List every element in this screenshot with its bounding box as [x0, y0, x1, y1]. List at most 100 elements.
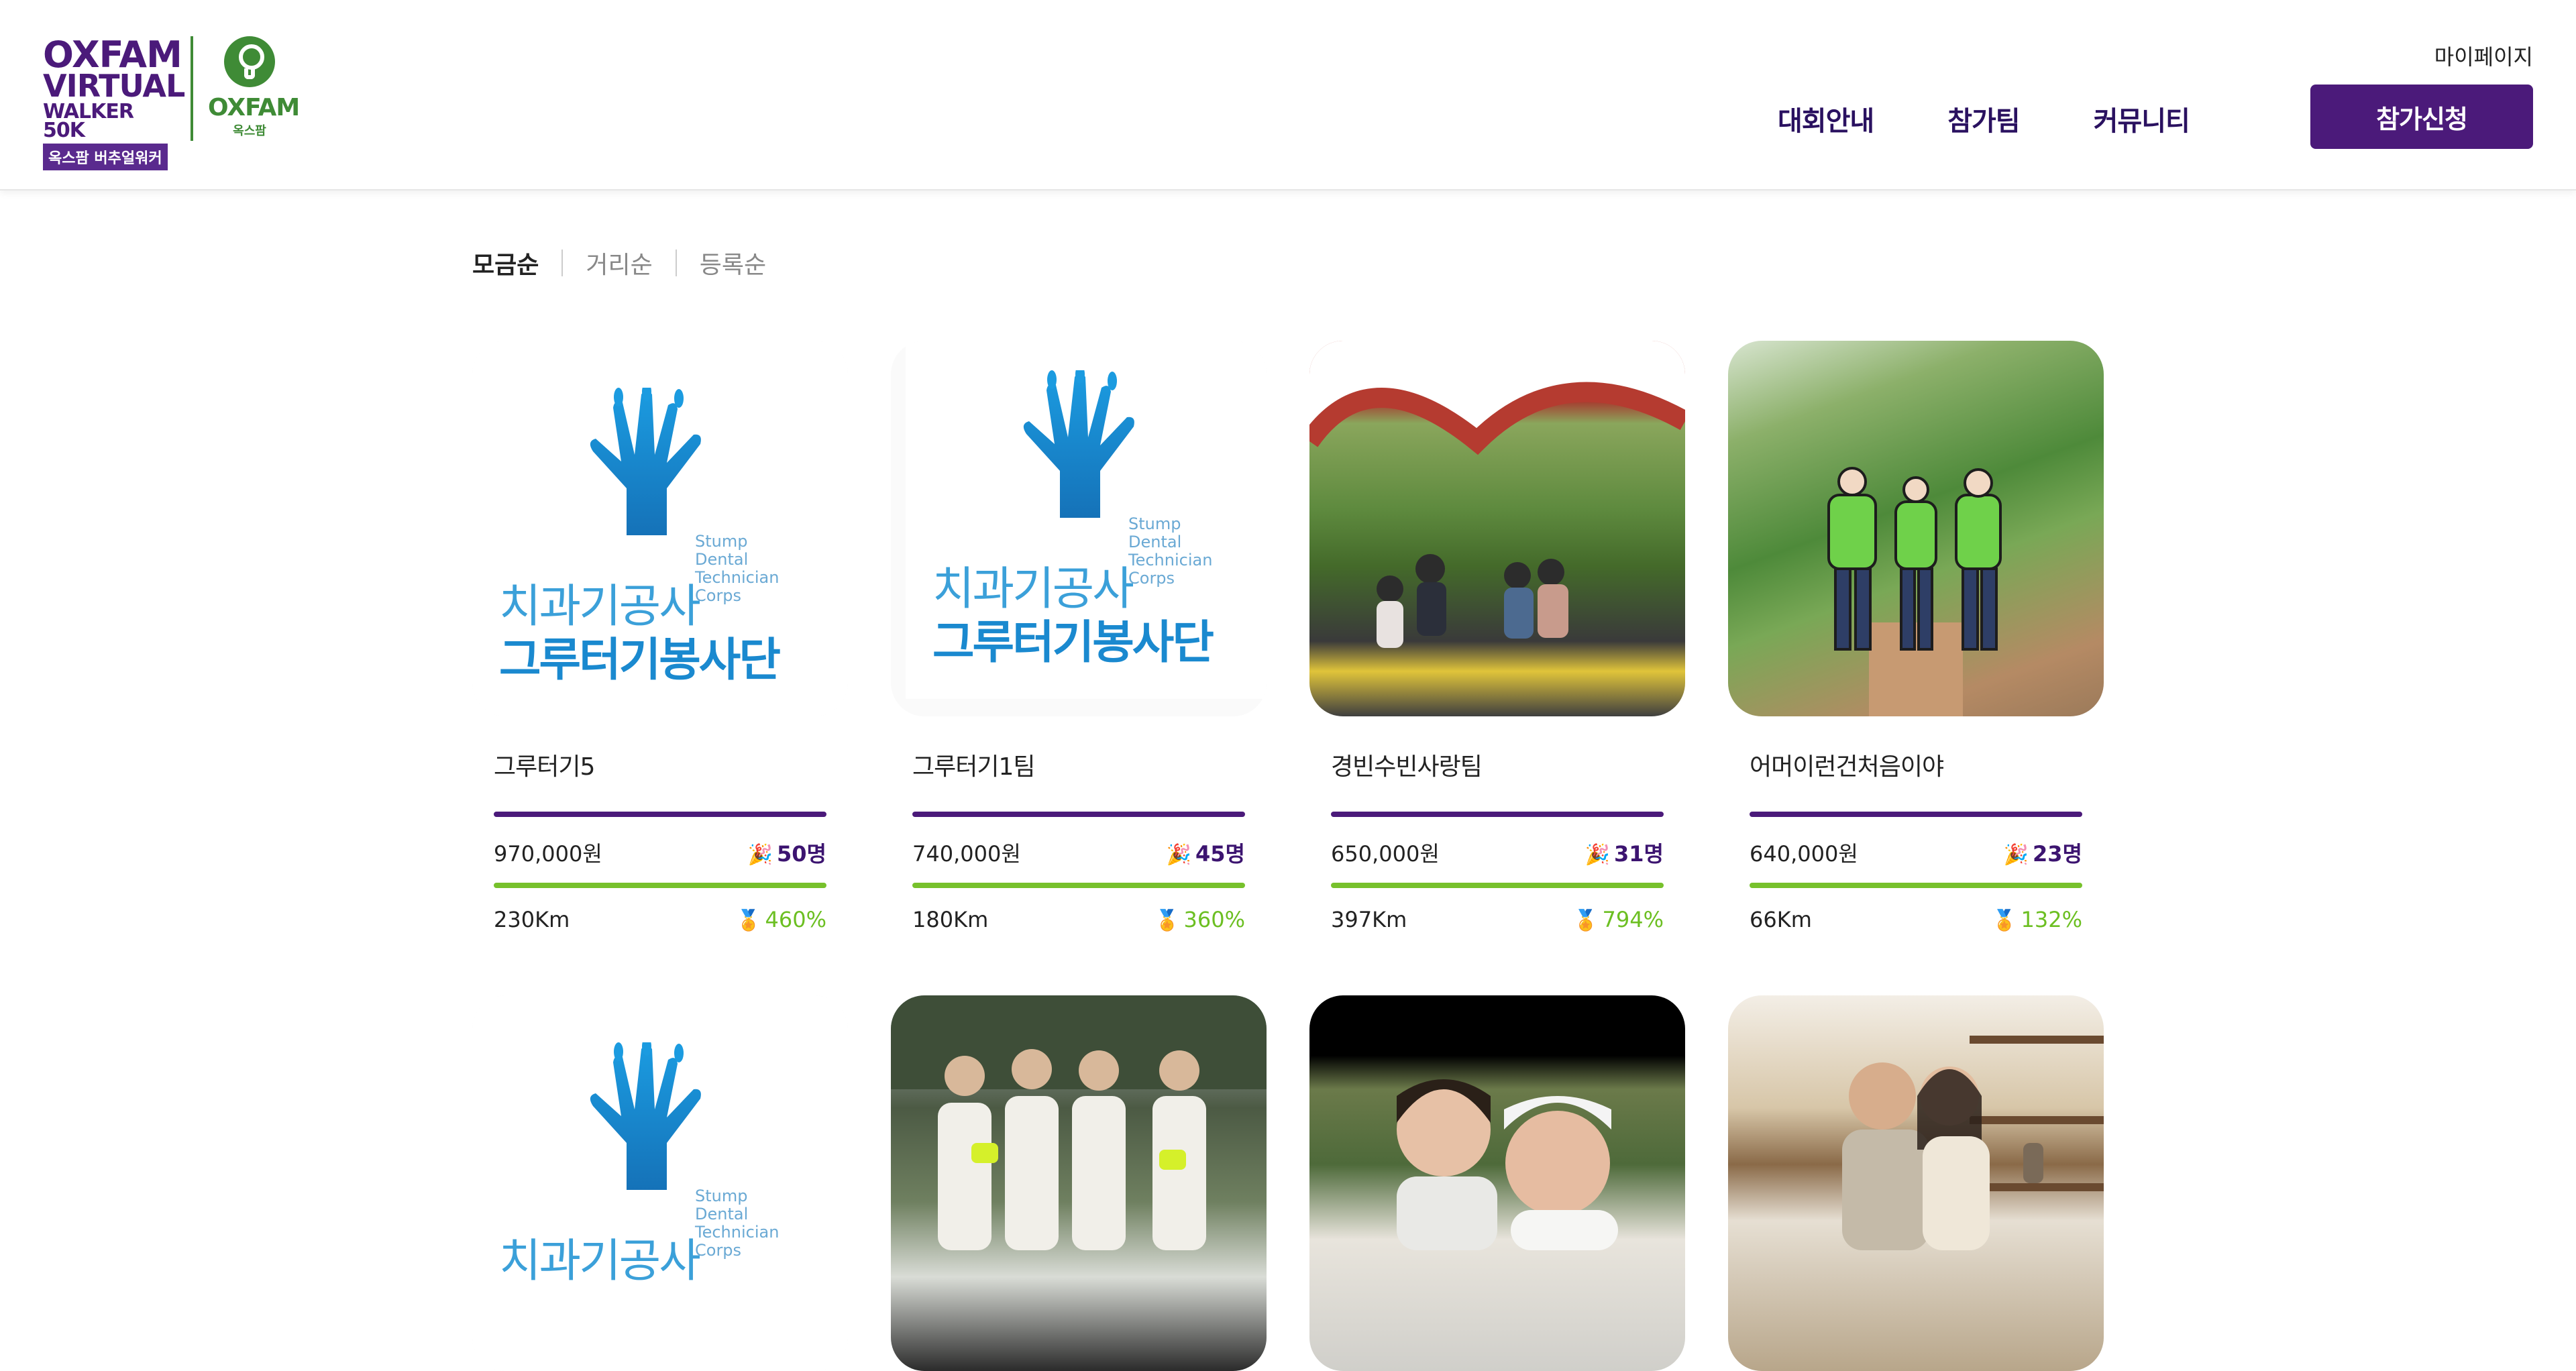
member-count: 🎉 23명	[2003, 841, 2082, 867]
dental-logo-ko-line2: 그루터기봉사단	[932, 616, 1214, 669]
medal-icon: 🏅	[1992, 909, 2017, 932]
donation-amount: 740,000원	[912, 841, 1021, 867]
donation-bar	[912, 812, 1245, 817]
team-card[interactable]: Stump Dental Technician Corps 치과기공사	[472, 995, 848, 1371]
distance-bar	[1331, 883, 1664, 888]
medal-icon: 🏅	[1155, 909, 1180, 932]
distance-bar	[494, 883, 826, 888]
event-logo-line: OXFAM	[43, 34, 182, 76]
distance-row: 66Km 🏅 132%	[1750, 907, 2082, 932]
team-card-image[interactable]: Stump Dental Technician Corps 치과기공사	[472, 995, 848, 1371]
sort-by-donation[interactable]: 모금순	[472, 245, 539, 280]
event-logo-line: VIRTUAL	[43, 68, 185, 105]
dental-logo-english: Stump Dental Technician Corps	[1128, 514, 1213, 588]
party-popper-icon: 🎉	[2003, 843, 2029, 867]
distance-row: 180Km 🏅 360%	[912, 907, 1245, 932]
hand-tree-icon	[590, 1042, 701, 1190]
distance-bar	[1750, 883, 2082, 888]
donation-amount: 650,000원	[1331, 841, 1440, 867]
mypage-link[interactable]: 마이페이지	[2434, 40, 2533, 71]
team-name[interactable]: 그루터기5	[494, 747, 595, 782]
team-card[interactable]	[1309, 995, 1685, 1371]
team-photo	[1309, 995, 1685, 1371]
event-logo-line: WALKER 50K	[43, 99, 134, 143]
dental-logo-ko-line1: 치과기공사	[499, 1235, 701, 1288]
oxfam-logo-ko: 옥스팜	[233, 124, 266, 138]
distance-value: 180Km	[912, 907, 989, 932]
donation-row: 640,000원 🎉 23명	[1750, 837, 2082, 868]
hand-tree-icon	[1023, 370, 1134, 518]
dental-corps-logo: Stump Dental Technician Corps 치과기공사 그루터기봉사단	[472, 341, 848, 716]
party-popper-icon: 🎉	[1585, 843, 1611, 867]
sort-options: 모금순 거리순 등록순	[472, 245, 766, 280]
distance-row: 230Km 🏅 460%	[494, 907, 826, 932]
team-name[interactable]: 그루터기1팀	[912, 747, 1036, 782]
dental-logo-english: Stump Dental Technician Corps	[695, 532, 780, 605]
donation-bar	[1750, 812, 2082, 817]
team-photo	[1728, 995, 2104, 1371]
oxfam-person-icon	[224, 36, 275, 87]
sort-divider	[561, 250, 564, 276]
team-card-image[interactable]: Stump Dental Technician Corps 치과기공사 그루터기봉사단	[472, 341, 848, 716]
distance-value: 397Km	[1331, 907, 1407, 932]
team-card-image[interactable]: Stump Dental Technician Corps 치과기공사 그루터기봉사단	[891, 341, 1267, 716]
distance-bar	[912, 883, 1245, 888]
team-card[interactable]: Stump Dental Technician Corps 치과기공사 그루터기봉사단…	[891, 341, 1267, 932]
donation-amount: 970,000원	[494, 841, 602, 867]
donation-amount: 640,000원	[1750, 841, 1858, 867]
sort-by-registration[interactable]: 등록순	[700, 245, 766, 280]
member-count: 🎉 45명	[1166, 841, 1245, 867]
nav-item-teams[interactable]: 참가팀	[1947, 99, 2020, 138]
dental-logo-ko-line2: 그루터기봉사단	[499, 634, 781, 687]
party-popper-icon: 🎉	[1166, 843, 1192, 867]
team-card-image[interactable]	[1309, 341, 1685, 716]
team-name[interactable]: 어머이런건처음이야	[1750, 747, 1944, 782]
apply-button[interactable]: 참가신청	[2310, 85, 2533, 149]
donation-bar	[494, 812, 826, 817]
sort-by-distance[interactable]: 거리순	[586, 245, 652, 280]
medal-icon: 🏅	[1573, 909, 1599, 932]
donation-row: 970,000원 🎉 50명	[494, 837, 826, 868]
team-photo	[891, 995, 1267, 1371]
team-illustration	[1728, 341, 2104, 716]
team-card-image[interactable]	[891, 995, 1267, 1371]
team-card[interactable]	[891, 995, 1267, 1371]
dental-corps-logo: Stump Dental Technician Corps 치과기공사 그루터기봉사단	[906, 341, 1267, 699]
goal-percent: 🏅 132%	[1992, 907, 2082, 932]
distance-row: 397Km 🏅 794%	[1331, 907, 1664, 932]
team-photo	[1309, 341, 1685, 716]
team-name[interactable]: 경빈수빈사랑팀	[1331, 747, 1483, 782]
medal-icon: 🏅	[736, 909, 761, 932]
sort-divider	[675, 250, 677, 276]
team-card-image[interactable]	[1728, 995, 2104, 1371]
goal-percent: 🏅 460%	[736, 907, 826, 932]
donation-row: 650,000원 🎉 31명	[1331, 837, 1664, 868]
member-count: 🎉 31명	[1585, 841, 1664, 867]
distance-value: 66Km	[1750, 907, 1812, 932]
main-nav: 대회안내 참가팀 커뮤니티	[1778, 99, 2190, 138]
team-card[interactable]: 경빈수빈사랑팀 650,000원 🎉 31명 397Km 🏅 794%	[1309, 341, 1685, 932]
oxfam-logo-word: OXFAM	[208, 94, 300, 121]
goal-percent: 🏅 360%	[1155, 907, 1245, 932]
donation-bar	[1331, 812, 1664, 817]
team-card[interactable]	[1728, 995, 2104, 1371]
site-header: OXFAM VIRTUAL WALKER 50K 옥스팜 버추얼워커 OXFAM…	[0, 0, 2576, 190]
event-logo[interactable]: OXFAM VIRTUAL WALKER 50K 옥스팜 버추얼워커	[43, 34, 185, 170]
dental-logo-english: Stump Dental Technician Corps	[695, 1187, 780, 1260]
nav-item-community[interactable]: 커뮤니티	[2094, 99, 2190, 138]
hand-tree-icon	[590, 388, 701, 535]
event-logo-band: 옥스팜 버추얼워커	[43, 143, 168, 170]
nav-item-event-info[interactable]: 대회안내	[1778, 99, 1874, 138]
logo-divider	[191, 36, 193, 141]
donation-row: 740,000원 🎉 45명	[912, 837, 1245, 868]
oxfam-logo[interactable]: OXFAM 옥스팜	[208, 36, 300, 139]
goal-percent: 🏅 794%	[1573, 907, 1664, 932]
distance-value: 230Km	[494, 907, 570, 932]
team-card[interactable]: Stump Dental Technician Corps 치과기공사 그루터기봉사단…	[472, 341, 848, 932]
team-card-image[interactable]	[1309, 995, 1685, 1371]
team-card-image[interactable]	[1728, 341, 2104, 716]
party-popper-icon: 🎉	[747, 843, 773, 867]
dental-corps-logo: Stump Dental Technician Corps 치과기공사	[472, 995, 848, 1371]
member-count: 🎉 50명	[747, 841, 826, 867]
team-card[interactable]: 어머이런건처음이야 640,000원 🎉 23명 66Km 🏅 132%	[1728, 341, 2104, 932]
